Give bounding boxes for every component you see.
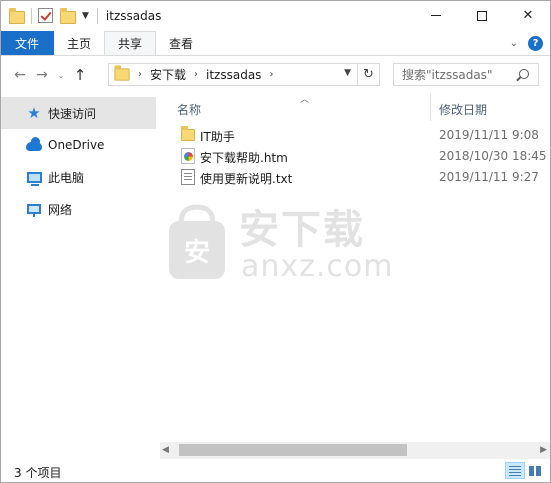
watermark: 安 安下载 anxz.com [167, 197, 393, 287]
file-date: 2018/10/30 18:45 [439, 149, 547, 163]
file-name: 使用更新说明.txt [200, 172, 293, 186]
horizontal-scrollbar[interactable]: ◀ ▶ [160, 442, 551, 459]
recent-locations-button[interactable]: ⌄ [53, 63, 69, 87]
sidebar-item-network[interactable]: 网络 [0, 193, 160, 225]
maximize-button[interactable] [459, 0, 505, 31]
refresh-icon: ↻ [363, 67, 374, 82]
toolbar-divider [31, 7, 32, 24]
watermark-domain: anxz.com [241, 249, 394, 284]
toolbar-divider [96, 7, 98, 24]
this-pc-icon [26, 169, 42, 186]
tab-file[interactable]: 文件 [0, 31, 54, 55]
view-switcher [505, 462, 545, 479]
file-name: IT助手 [200, 130, 235, 144]
search-box[interactable] [393, 63, 539, 86]
search-input[interactable] [402, 67, 520, 82]
watermark-logo-icon: 安 [169, 204, 225, 279]
quick-access-toolbar: ▼ itzssadas [0, 0, 161, 31]
sort-ascending-icon: ︿ [300, 95, 310, 105]
file-rows: IT助手 2019/11/11 9:08 安下载帮助.htm 2018/10/3… [160, 125, 551, 188]
ribbon-right-controls: ⌄ ? [510, 31, 551, 55]
address-bar[interactable]: › 安下载 › itzssadas › ▼ [108, 63, 358, 86]
large-icons-view-button[interactable] [525, 462, 545, 479]
breadcrumb-item[interactable]: itzssadas [206, 68, 261, 82]
maximize-icon [477, 10, 487, 21]
refresh-button[interactable]: ↻ [358, 63, 380, 86]
search-icon[interactable] [519, 69, 529, 79]
forward-arrow-icon: → [36, 67, 48, 83]
properties-check-icon[interactable] [38, 7, 54, 24]
back-button[interactable]: ← [9, 63, 31, 87]
sidebar-item-label: 此电脑 [48, 170, 85, 185]
breadcrumb-separator-icon[interactable]: › [194, 69, 198, 80]
sidebar-item-label: OneDrive [48, 138, 105, 152]
up-button[interactable]: ↑ [69, 63, 91, 87]
navigation-bar: ← → ⌄ ↑ › 安下载 › itzssadas › ▼ ↻ [0, 57, 551, 93]
network-icon [26, 201, 42, 217]
sidebar-item-this-pc[interactable]: 此电脑 [0, 161, 160, 193]
item-count: 3 个项目 [14, 466, 62, 480]
minimize-icon [431, 15, 441, 16]
file-name: 安下载帮助.htm [200, 151, 288, 165]
title-bar: ▼ itzssadas ✕ [0, 0, 551, 31]
window-folder-icon [9, 7, 25, 24]
htm-file-icon [181, 148, 195, 164]
navigation-pane: ★ 快速访问 OneDrive 此电脑 网络 [0, 97, 160, 457]
scroll-right-arrow-icon[interactable]: ▶ [540, 445, 547, 455]
address-folder-icon [114, 65, 130, 81]
sidebar-item-quick-access[interactable]: ★ 快速访问 [0, 97, 156, 129]
quick-access-star-icon: ★ [27, 104, 41, 122]
close-icon: ✕ [522, 8, 534, 23]
up-arrow-icon: ↑ [73, 66, 87, 84]
status-bar: 3 个项目 [0, 459, 551, 483]
scrollbar-thumb[interactable] [179, 444, 407, 456]
customize-toolbar-caret-icon[interactable]: ▼ [82, 11, 89, 21]
column-header-date-modified[interactable]: 修改日期 [439, 101, 487, 118]
column-header-name[interactable]: 名称 [177, 101, 201, 118]
table-row[interactable]: 使用更新说明.txt 2019/11/11 9:27 [160, 167, 551, 188]
tab-view[interactable]: 查看 [156, 31, 206, 55]
details-view-button[interactable] [505, 462, 525, 479]
column-headers: ︿ 名称 修改日期 [160, 93, 551, 121]
large-icons-view-icon [529, 465, 541, 476]
breadcrumb-separator-icon[interactable]: › [138, 69, 142, 80]
window-title: itzssadas [105, 8, 162, 23]
sidebar-item-label: 网络 [48, 202, 73, 217]
new-folder-icon[interactable] [60, 7, 76, 24]
onedrive-cloud-icon [26, 137, 42, 153]
window-controls: ✕ [413, 0, 551, 31]
help-icon[interactable]: ? [528, 35, 543, 51]
tab-share[interactable]: 共享 [104, 31, 157, 55]
chevron-down-icon: ⌄ [57, 70, 65, 80]
table-row[interactable]: IT助手 2019/11/11 9:08 [160, 125, 551, 146]
minimize-button[interactable] [413, 0, 459, 31]
details-view-icon [509, 465, 521, 476]
folder-icon [181, 126, 195, 141]
breadcrumb-item[interactable]: 安下载 [150, 66, 186, 83]
expand-ribbon-chevron-icon[interactable]: ⌄ [510, 38, 518, 49]
ribbon-tabs: 文件 主页 共享 查看 ⌄ ? [0, 31, 551, 56]
scroll-left-arrow-icon[interactable]: ◀ [162, 445, 169, 455]
txt-file-icon [181, 169, 195, 185]
sidebar-item-onedrive[interactable]: OneDrive [0, 129, 160, 161]
address-dropdown-icon[interactable]: ▼ [344, 68, 351, 78]
watermark-logo-char: 安 [184, 238, 210, 268]
breadcrumb-separator-icon[interactable]: › [269, 69, 273, 80]
file-date: 2019/11/11 9:08 [439, 128, 539, 142]
watermark-text: 安下载 [239, 207, 365, 253]
tab-home[interactable]: 主页 [54, 31, 104, 55]
file-date: 2019/11/11 9:27 [439, 170, 539, 184]
table-row[interactable]: 安下载帮助.htm 2018/10/30 18:45 [160, 146, 551, 167]
close-button[interactable]: ✕ [505, 0, 551, 31]
column-divider[interactable] [430, 93, 431, 121]
forward-button[interactable]: → [31, 63, 53, 87]
sidebar-item-label: 快速访问 [48, 106, 97, 121]
back-arrow-icon: ← [14, 67, 26, 83]
